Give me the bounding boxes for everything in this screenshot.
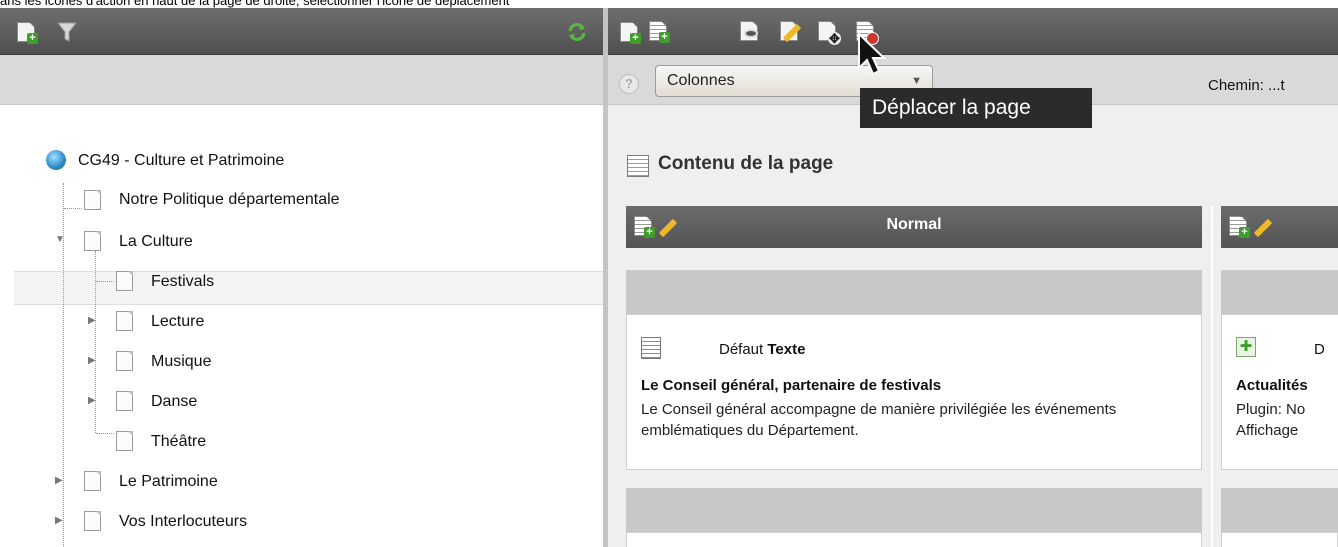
column-header: +: [1221, 206, 1338, 248]
tree-item-festivals[interactable]: Festivals: [151, 271, 214, 293]
expand-arrow-icon[interactable]: ▶: [88, 355, 96, 366]
tree-item-lecture[interactable]: Lecture: [151, 311, 204, 333]
page-icon: [84, 231, 101, 251]
column-dropzone: [1221, 270, 1338, 314]
new-content-icon[interactable]: +: [1229, 216, 1250, 238]
new-page-icon[interactable]: +: [620, 22, 641, 44]
new-page-icon[interactable]: +: [17, 22, 38, 44]
content-element-line2: Affichage: [1236, 422, 1299, 439]
expand-arrow-icon[interactable]: ▶: [88, 315, 96, 326]
tree-item-vos-interlocuteurs[interactable]: Vos Interlocuteurs: [119, 511, 247, 533]
left-subbar: [0, 55, 603, 105]
tooltip: Déplacer la page: [860, 88, 1092, 128]
path-label: Chemin: ...t: [1208, 77, 1285, 94]
page-icon: [116, 271, 133, 291]
column-dropzone: [1221, 488, 1338, 532]
content-element-title: Actualités: [1236, 377, 1308, 394]
page-icon: [84, 511, 101, 531]
move-page-icon[interactable]: ✥: [818, 21, 841, 45]
text-content-icon: [641, 337, 661, 359]
page-icon: [84, 190, 101, 210]
globe-icon: [46, 150, 66, 170]
content-title: Contenu de la page: [658, 153, 834, 174]
content-type: Défaut Texte: [719, 341, 806, 358]
content-element-card[interactable]: [1221, 532, 1338, 547]
column-dropzone: [626, 270, 1202, 314]
content-type: D: [1314, 341, 1325, 358]
left-toolbar: +: [0, 8, 603, 55]
tree-item-le-patrimoine[interactable]: Le Patrimoine: [119, 471, 218, 493]
tree-item-theatre[interactable]: Théâtre: [151, 431, 206, 453]
instruction-caption: ans les icônes d'action en haut de la pa…: [0, 0, 510, 8]
filter-icon[interactable]: [56, 20, 78, 49]
content-element-text: Le Conseil général accompagne de manière…: [641, 401, 1117, 439]
selected-row-highlight: [14, 271, 603, 305]
page-icon: [84, 471, 101, 491]
tree-item-notre-politique[interactable]: Notre Politique départementale: [119, 189, 340, 211]
edit-page-icon[interactable]: [780, 21, 802, 43]
edit-icon[interactable]: [1253, 218, 1273, 238]
page-icon: [116, 431, 133, 451]
content-element-card[interactable]: ✚ D Actualités Plugin: No Affichage: [1221, 314, 1338, 470]
mouse-cursor-icon: [858, 31, 887, 76]
tree-item-la-culture[interactable]: La Culture: [119, 231, 193, 253]
page-icon: [116, 351, 133, 371]
content-icon: [627, 155, 649, 177]
column-header-normal: + Normal: [626, 206, 1202, 248]
column-dropzone: [626, 488, 1202, 532]
refresh-icon[interactable]: [566, 21, 588, 48]
page-content-panel: + + ✥ ? Colonnes ▼ Chemin: ...t Contenu …: [608, 8, 1338, 547]
content-element-card[interactable]: [626, 532, 1202, 547]
plugin-icon: ✚: [1236, 337, 1256, 357]
expand-arrow-icon[interactable]: ▶: [55, 475, 63, 486]
column-title: Normal: [886, 216, 942, 233]
tree-item-danse[interactable]: Danse: [151, 391, 197, 413]
tree-root[interactable]: CG49 - Culture et Patrimoine: [78, 150, 284, 172]
view-page-icon[interactable]: [740, 21, 758, 41]
tree-item-musique[interactable]: Musique: [151, 351, 211, 373]
content-element-card[interactable]: Défaut Texte Le Conseil général, partena…: [626, 314, 1202, 470]
right-toolbar: + + ✥: [608, 8, 1338, 55]
page-icon: [116, 311, 133, 331]
content-element-title: Le Conseil général, partenaire de festiv…: [641, 377, 942, 394]
page-tree-panel: + CG49 - Culture et Patrimoine Notre Pol…: [0, 8, 603, 547]
help-icon[interactable]: ?: [619, 74, 639, 94]
new-content-icon[interactable]: +: [649, 21, 670, 43]
view-mode-value: Colonnes: [667, 72, 735, 89]
expand-arrow-icon[interactable]: ▶: [55, 515, 63, 526]
page-icon: [116, 391, 133, 411]
content-element-line1: Plugin: No: [1236, 401, 1306, 418]
expand-arrow-icon[interactable]: ▶: [88, 395, 96, 406]
collapse-arrow-icon[interactable]: ▼: [55, 234, 65, 245]
